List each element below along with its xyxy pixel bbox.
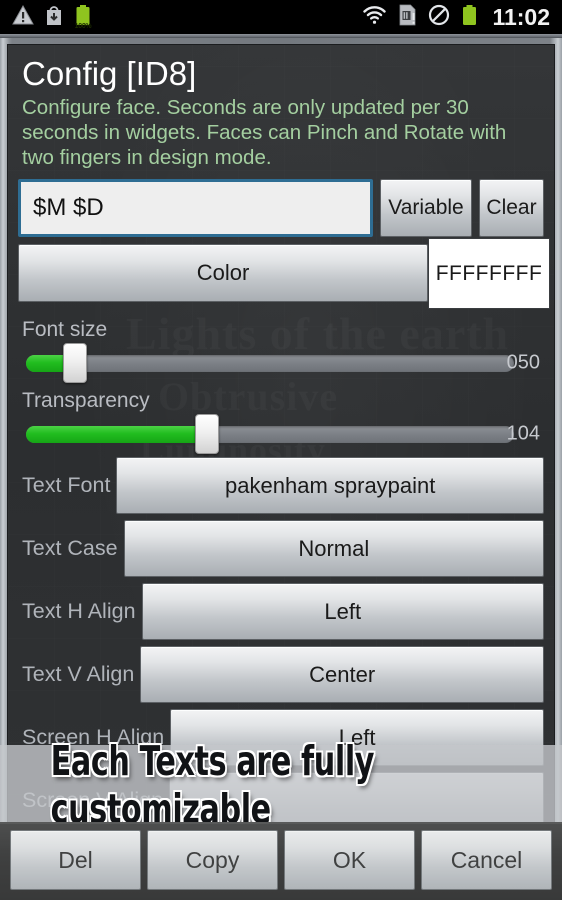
option-row-text-h-align: Text H Align Left: [18, 583, 544, 640]
text-h-align-button[interactable]: Left: [141, 583, 544, 640]
config-dialog-frame: Lights of the earth Obtrusive Luminosity…: [0, 38, 562, 900]
screen-h-align-button[interactable]: Left: [170, 709, 544, 766]
battery-icon-right: [461, 4, 478, 31]
option-row-text-case: Text Case Normal: [18, 520, 544, 577]
transparency-slider-thumb[interactable]: [194, 414, 219, 454]
option-label-screen-v-align: Screen V Align: [22, 788, 164, 812]
option-row-screen-v-align: Screen V Align: [18, 772, 544, 829]
variable-button[interactable]: Variable: [380, 179, 472, 237]
font-size-slider-row[interactable]: 050: [18, 343, 544, 383]
color-swatch[interactable]: FFFFFFFF: [428, 238, 550, 309]
transparency-value: 104: [506, 422, 540, 445]
font-size-slider-thumb[interactable]: [62, 343, 87, 383]
dialog-content: Config [ID8] Configure face. Seconds are…: [8, 45, 554, 829]
sim-card-alert-icon: [398, 4, 417, 31]
status-bar-right-icons: 11:02: [362, 4, 562, 31]
font-size-slider-track[interactable]: [26, 354, 514, 372]
screen-root: 100% 11:02 Config [ID8] Configure face. …: [0, 0, 562, 900]
text-case-button[interactable]: Normal: [123, 520, 544, 577]
battery-icon: 100%: [74, 4, 92, 31]
color-button[interactable]: Color: [18, 244, 428, 302]
option-label-text-h-align: Text H Align: [22, 599, 136, 623]
font-size-label: Font size: [22, 318, 108, 341]
status-bar: 100% 11:02: [0, 0, 562, 34]
del-button[interactable]: Del: [10, 830, 141, 890]
dialog-description: Configure face. Seconds are only updated…: [22, 96, 507, 169]
transparency-slider-fill: [26, 425, 207, 443]
status-bar-left-icons: 100%: [0, 4, 92, 31]
face-text-input[interactable]: $M $D: [18, 179, 373, 237]
warning-icon: [12, 4, 34, 31]
wifi-icon: [362, 5, 387, 30]
option-label-text-v-align: Text V Align: [22, 662, 135, 686]
config-dialog: Lights of the earth Obtrusive Luminosity…: [7, 44, 555, 900]
do-not-disturb-icon: [428, 4, 450, 31]
font-size-value: 050: [506, 351, 540, 374]
option-label-text-case: Text Case: [22, 536, 118, 560]
download-bag-icon: [44, 4, 64, 31]
text-input-row: $M $D Variable Clear: [18, 179, 544, 237]
transparency-label: Transparency: [22, 389, 150, 412]
ok-button[interactable]: OK: [284, 830, 415, 890]
text-v-align-button[interactable]: Center: [140, 646, 544, 703]
dialog-footer-bar: Del Copy OK Cancel: [0, 822, 562, 900]
transparency-slider-row[interactable]: 104: [18, 414, 544, 454]
battery-percent-label: 100%: [74, 22, 92, 30]
option-label-text-font: Text Font: [22, 473, 111, 497]
clear-button[interactable]: Clear: [479, 179, 544, 237]
option-row-screen-h-align: Screen H Align Left: [18, 709, 544, 766]
status-bar-clock: 11:02: [492, 3, 550, 30]
screen-v-align-button[interactable]: [169, 772, 544, 829]
page-title: Config [ID8]: [22, 55, 197, 92]
option-label-screen-h-align: Screen H Align: [22, 725, 165, 749]
option-row-text-font: Text Font pakenham spraypaint: [18, 457, 544, 514]
cancel-button[interactable]: Cancel: [421, 830, 552, 890]
copy-button[interactable]: Copy: [147, 830, 278, 890]
text-font-button[interactable]: pakenham spraypaint: [116, 457, 544, 514]
option-row-text-v-align: Text V Align Center: [18, 646, 544, 703]
color-row: Color FFFFFFFF: [18, 238, 550, 309]
